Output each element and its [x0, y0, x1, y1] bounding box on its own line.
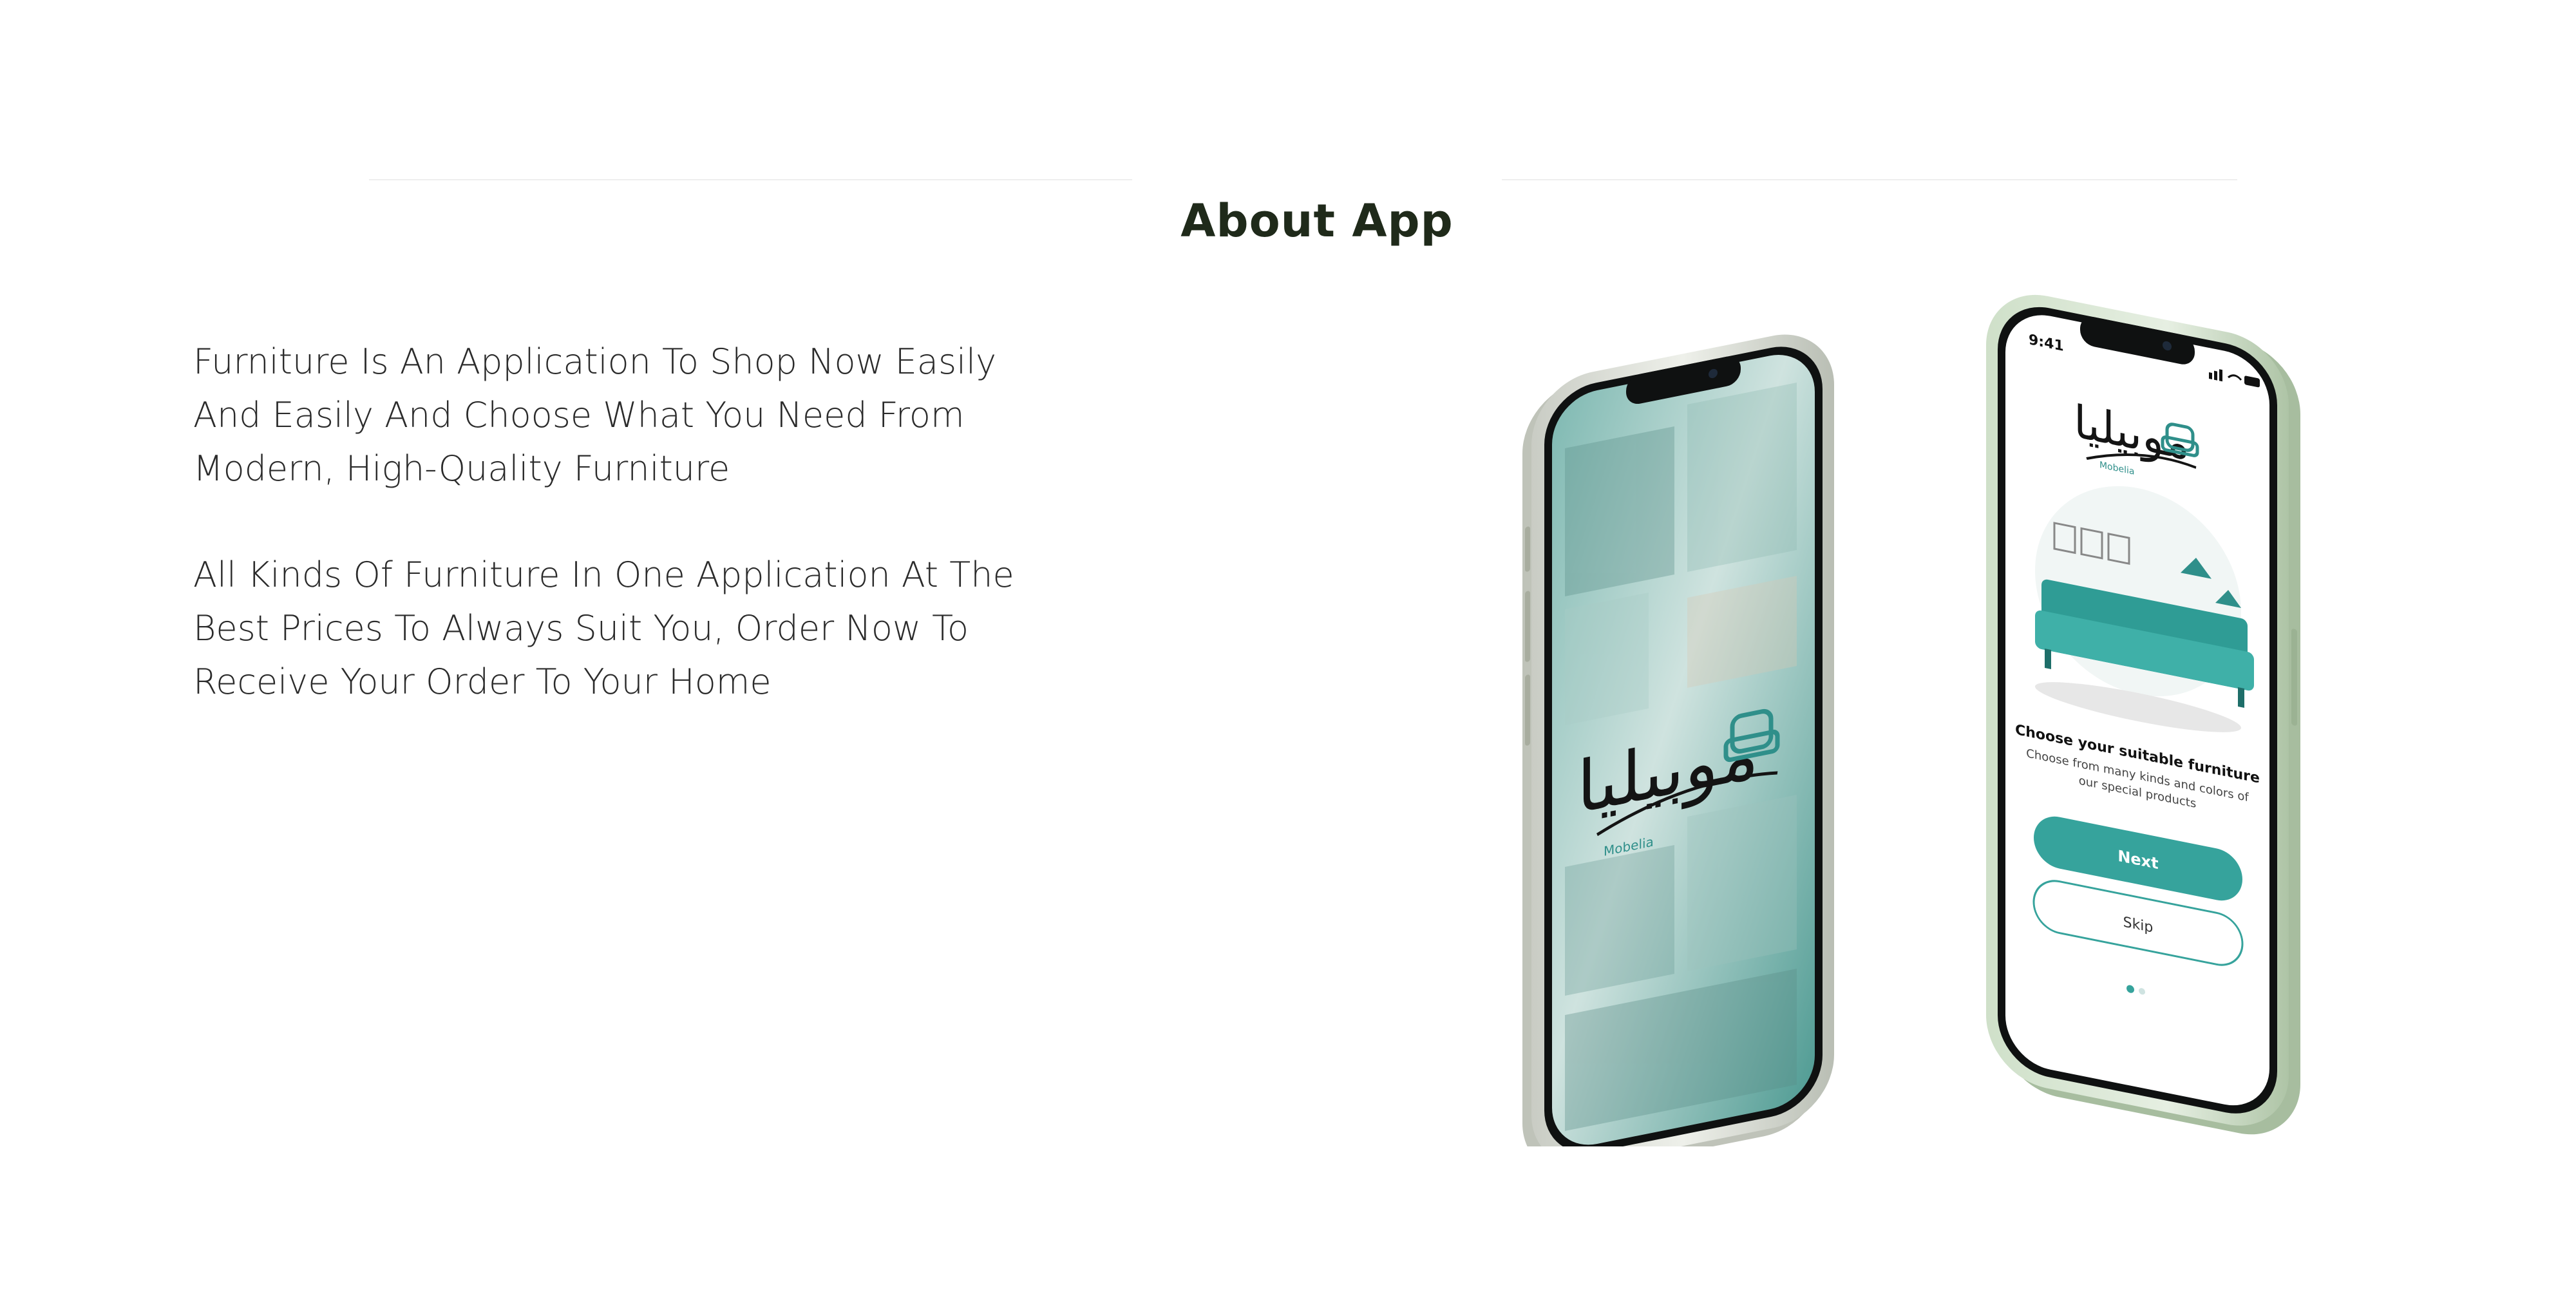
header-divider-left	[369, 179, 1132, 180]
phone-splash: موبيليا Mobelia	[1522, 334, 1834, 1146]
app-mockups: موبيليا Mobelia 9:41 موبيليا Mobelia Cho…	[1522, 294, 2300, 1146]
volume-button	[1525, 526, 1530, 572]
about-paragraph-2: All Kinds Of Furniture In One Applicatio…	[193, 555, 1014, 702]
header-divider-right	[1502, 179, 2237, 180]
section-header: About App	[0, 148, 2576, 247]
section-title: About App	[1180, 195, 1454, 248]
about-paragraph-1: Furniture Is An Application To Shop Now …	[193, 341, 997, 489]
volume-button	[1525, 674, 1530, 746]
power-button	[2291, 629, 2297, 726]
phone-onboarding: 9:41 موبيليا Mobelia Choose your suitabl…	[1986, 294, 2300, 1135]
volume-button	[1525, 591, 1530, 662]
about-description: Furniture Is An Application To Shop Now …	[193, 335, 1030, 761]
